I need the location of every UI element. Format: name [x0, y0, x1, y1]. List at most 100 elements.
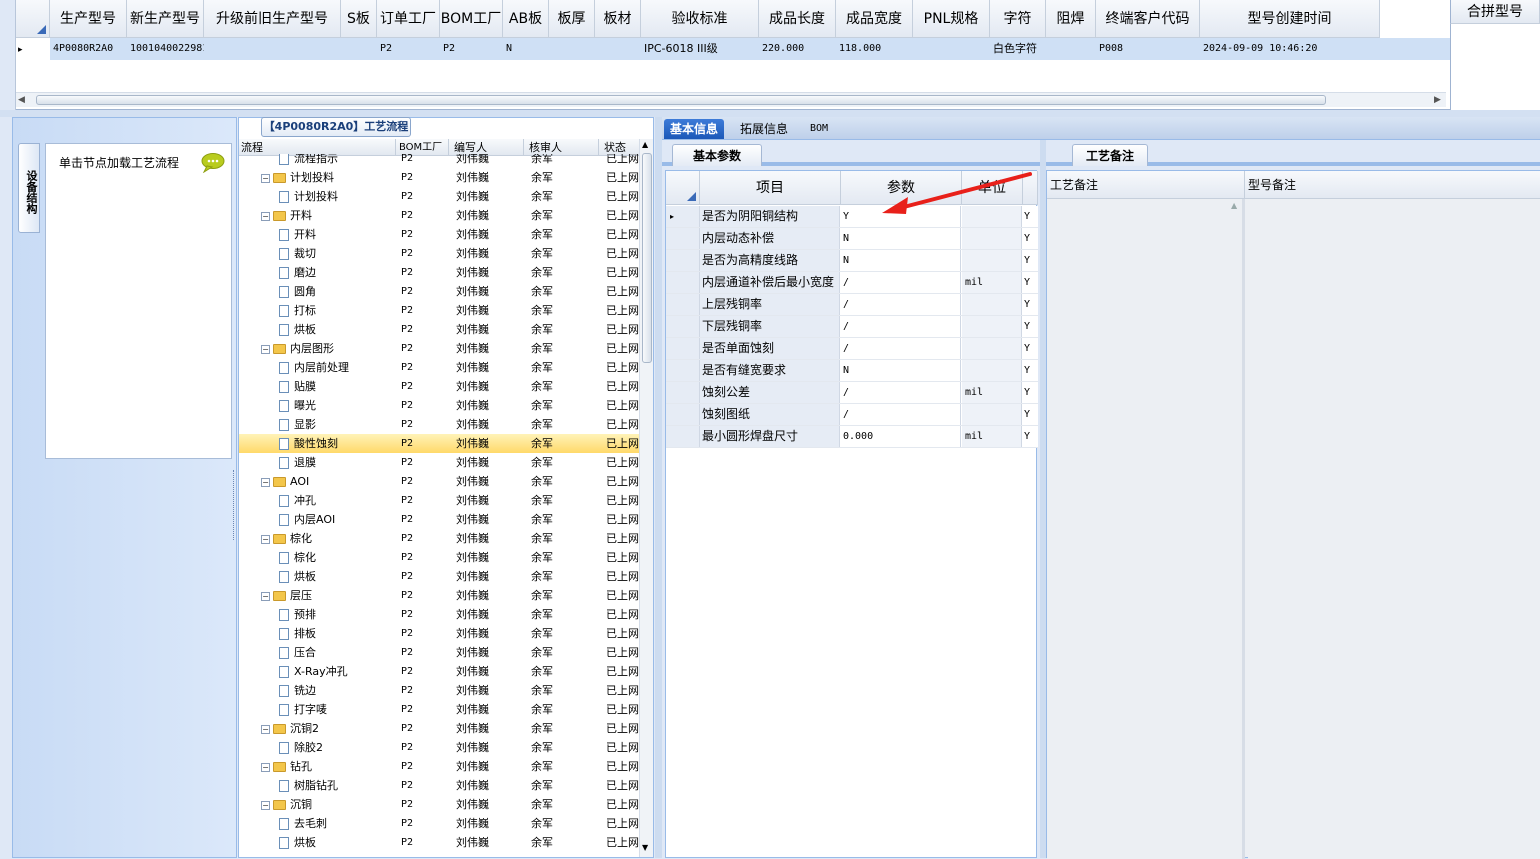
tree-row[interactable]: X-Ray冲孔 P2 刘伟巍 余军 已上网 — [239, 662, 639, 681]
collapse-icon[interactable]: − — [261, 211, 270, 221]
scroll-left-arrow[interactable]: ◀ — [18, 95, 25, 105]
tree-row[interactable]: 打标 P2 刘伟巍 余军 已上网 — [239, 301, 639, 320]
tree-node[interactable]: 打标 — [279, 301, 397, 320]
tree-row[interactable]: − 钻孔 P2 刘伟巍 余军 已上网 — [239, 757, 639, 776]
tree-row[interactable]: 压合 P2 刘伟巍 余军 已上网 — [239, 643, 639, 662]
tree-row[interactable]: 开料 P2 刘伟巍 余军 已上网 — [239, 225, 639, 244]
top-cell[interactable] — [595, 39, 641, 59]
top-col-header[interactable]: BOM工厂 — [440, 0, 503, 38]
tree-node[interactable]: 酸性蚀刻 — [279, 434, 397, 453]
tree-row[interactable]: 烘板 P2 刘伟巍 余军 已上网 — [239, 567, 639, 586]
top-col-header[interactable]: 新生产型号 — [127, 0, 204, 38]
tree-row[interactable]: 酸性蚀刻 P2 刘伟巍 余军 已上网 — [239, 434, 639, 453]
top-cell[interactable]: 4P0080R2A0 — [50, 39, 127, 59]
tree-node[interactable]: 流程指示 — [279, 154, 397, 168]
tree-row[interactable]: 烘板 P2 刘伟巍 余军 已上网 — [239, 320, 639, 339]
tree-node[interactable]: − 计划投料 — [261, 168, 396, 187]
tree-row[interactable]: − 开料 P2 刘伟巍 余军 已上网 — [239, 206, 639, 225]
top-cell[interactable]: 220.000 — [759, 39, 836, 59]
tree-row[interactable]: − 棕化 P2 刘伟巍 余军 已上网 — [239, 529, 639, 548]
top-cell[interactable]: P2 — [440, 39, 503, 59]
tree-node[interactable]: − 开料 — [261, 206, 396, 225]
tree-scroll-down[interactable]: ▼ — [642, 843, 648, 852]
tree-node[interactable]: 压合 — [279, 643, 397, 662]
vertical-tab-device-structure[interactable]: 设备结构 — [18, 143, 40, 233]
top-col-header[interactable]: 成品宽度 — [836, 0, 913, 38]
tree-row[interactable]: − AOI P2 刘伟巍 余军 已上网 — [239, 472, 639, 491]
tree-row[interactable]: − 内层图形 P2 刘伟巍 余军 已上网 — [239, 339, 639, 358]
top-cell[interactable] — [204, 39, 341, 59]
param-value-field[interactable]: / — [841, 382, 961, 403]
tree-row[interactable]: 除胶2 P2 刘伟巍 余军 已上网 — [239, 738, 639, 757]
hint-box[interactable]: 单击节点加载工艺流程 — [45, 143, 232, 459]
tree-node[interactable]: − 钻孔 — [261, 757, 396, 776]
top-cell[interactable]: P008 — [1096, 39, 1200, 59]
tree-node[interactable]: 计划投料 — [279, 187, 397, 206]
scroll-right-arrow[interactable]: ▶ — [1434, 95, 1441, 105]
param-row[interactable]: 最小圆形焊盘尺寸 0.000 mil Y — [666, 426, 1038, 448]
tab-extended-info[interactable]: 拓展信息 — [734, 119, 794, 139]
top-cell[interactable]: N — [503, 39, 549, 59]
tree-node[interactable]: 烘板 — [279, 320, 397, 339]
param-row[interactable]: 是否为高精度线路 N Y — [666, 250, 1038, 272]
param-row[interactable]: 下层残铜率 / Y — [666, 316, 1038, 338]
tree-node[interactable]: 内层前处理 — [279, 358, 397, 377]
top-col-header[interactable]: 板材 — [595, 0, 641, 38]
tree-node[interactable]: − 沉铜 — [261, 795, 396, 814]
tree-node[interactable]: 显影 — [279, 415, 397, 434]
tree-node[interactable]: X-Ray冲孔 — [279, 662, 397, 681]
param-value-field[interactable]: / — [841, 272, 961, 293]
collapse-icon[interactable]: − — [261, 173, 270, 183]
tab-basic-info[interactable]: 基本信息 — [664, 119, 725, 139]
tree-row[interactable]: 铣边 P2 刘伟巍 余军 已上网 — [239, 681, 639, 700]
tree-node[interactable]: 除胶2 — [279, 738, 397, 757]
param-value-field[interactable]: / — [841, 294, 961, 315]
param-row[interactable]: 是否单面蚀刻 / Y — [666, 338, 1038, 360]
top-cell[interactable] — [913, 39, 990, 59]
tree-row[interactable]: − 沉铜2 P2 刘伟巍 余军 已上网 — [239, 719, 639, 738]
tree-node[interactable]: 贴膜 — [279, 377, 397, 396]
tree-node[interactable]: − 内层图形 — [261, 339, 396, 358]
tree-node[interactable]: 内层AOI — [279, 510, 397, 529]
top-cell[interactable] — [341, 39, 377, 59]
splitter-left[interactable] — [233, 470, 237, 540]
tree-node[interactable]: 去毛刺 — [279, 814, 397, 833]
tree-row[interactable]: 去毛刺 P2 刘伟巍 余军 已上网 — [239, 814, 639, 833]
tree-row[interactable]: 退膜 P2 刘伟巍 余军 已上网 — [239, 453, 639, 472]
top-col-header[interactable]: 升级前旧生产型号 — [204, 0, 341, 38]
collapse-icon[interactable]: − — [261, 591, 270, 601]
tree-vertical-scrollbar[interactable]: ▲ ▼ — [639, 139, 653, 857]
tree-row[interactable]: 流程指示 P2 刘伟巍 余军 已上网 — [239, 154, 639, 168]
tree-node[interactable]: 预排 — [279, 605, 397, 624]
tree-row[interactable]: 贴膜 P2 刘伟巍 余军 已上网 — [239, 377, 639, 396]
tree-row[interactable]: 内层前处理 P2 刘伟巍 余军 已上网 — [239, 358, 639, 377]
param-row[interactable]: 蚀刻公差 / mil Y — [666, 382, 1038, 404]
tree-node[interactable]: 打字唛 — [279, 700, 397, 719]
process-notes-field[interactable]: ▲ — [1047, 199, 1245, 859]
param-value-field[interactable]: 0.000 — [841, 426, 961, 447]
tree-row[interactable]: 内层AOI P2 刘伟巍 余军 已上网 — [239, 510, 639, 529]
tree-node[interactable]: 排板 — [279, 624, 397, 643]
tree-node[interactable]: 退膜 — [279, 453, 397, 472]
top-col-header[interactable]: 型号创建时间 — [1200, 0, 1380, 38]
param-value-field[interactable]: / — [841, 404, 961, 425]
top-cell[interactable]: 118.000 — [836, 39, 913, 59]
top-col-header[interactable]: AB板 — [503, 0, 549, 38]
param-value-field[interactable]: N — [841, 250, 961, 271]
top-col-header[interactable]: 阻焊 — [1046, 0, 1096, 38]
param-row[interactable]: 蚀刻图纸 / Y — [666, 404, 1038, 426]
tree-row[interactable]: 冲孔 P2 刘伟巍 余军 已上网 — [239, 491, 639, 510]
collapse-icon[interactable]: − — [261, 800, 270, 810]
top-cell[interactable]: IPC-6018 III级 — [641, 39, 759, 59]
tree-scroll-up[interactable]: ▲ — [642, 140, 648, 149]
tree-node[interactable]: 曝光 — [279, 396, 397, 415]
tree-node[interactable]: 棕化 — [279, 548, 397, 567]
collapse-icon[interactable]: − — [261, 724, 270, 734]
top-cell[interactable] — [1046, 39, 1096, 59]
tree-row[interactable]: 裁切 P2 刘伟巍 余军 已上网 — [239, 244, 639, 263]
param-value-field[interactable]: N — [841, 228, 961, 249]
top-col-header[interactable]: 生产型号 — [50, 0, 127, 38]
top-col-header[interactable]: PNL规格 — [913, 0, 990, 38]
collapse-icon[interactable]: − — [261, 534, 270, 544]
top-cell[interactable]: P2 — [377, 39, 440, 59]
